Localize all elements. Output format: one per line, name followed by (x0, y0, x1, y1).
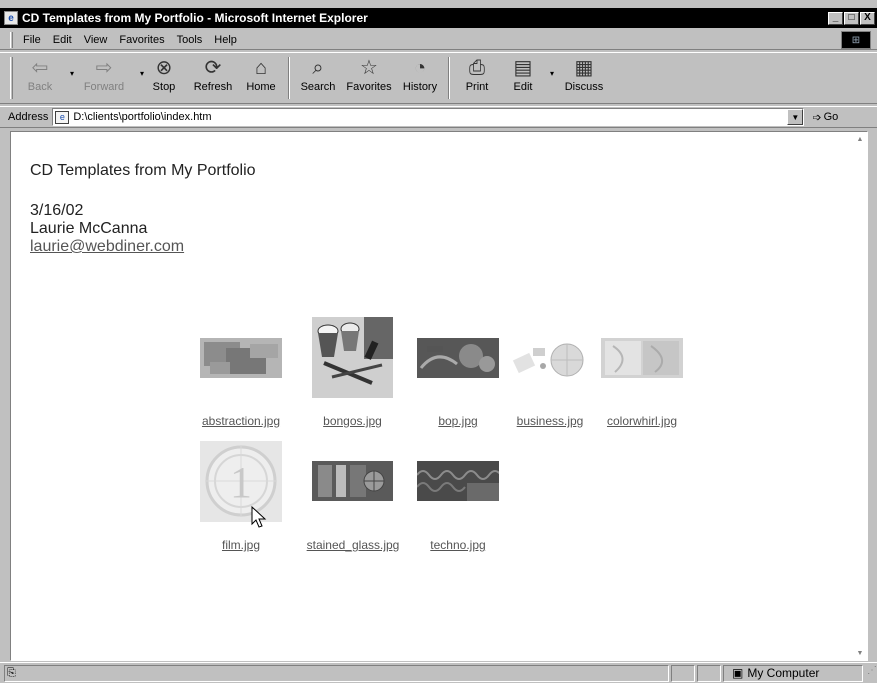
stained-glass-thumbnail[interactable] (312, 461, 393, 501)
status-zone-label: My Computer (747, 666, 820, 680)
search-button[interactable]: ⌕ Search (294, 53, 342, 103)
page-content: CD Templates from My Portfolio 3/16/02 L… (10, 131, 868, 661)
go-button[interactable]: ➩ Go (812, 111, 838, 124)
refresh-button[interactable]: ⟳ Refresh (188, 53, 238, 103)
menu-file[interactable]: File (17, 34, 47, 46)
film-digit: 1 (230, 458, 252, 507)
discuss-button[interactable]: ▦ Discuss (554, 53, 614, 103)
print-icon: ⎙ (469, 57, 485, 79)
status-page-icon: ⎘ (7, 666, 16, 679)
menu-edit[interactable]: Edit (47, 34, 78, 46)
stop-icon: ⊗ (155, 57, 173, 79)
thumbnail-link-abstraction[interactable]: abstraction.jpg (194, 414, 288, 428)
window-controls: _ □ X (828, 11, 875, 25)
refresh-label: Refresh (193, 81, 233, 93)
stop-label: Stop (152, 81, 176, 93)
refresh-icon: ⟳ (204, 57, 222, 79)
toolbar-grip[interactable] (10, 57, 13, 99)
scroll-up-icon[interactable]: ▲ (853, 132, 867, 146)
toolbar-separator (288, 57, 290, 99)
print-label: Print (465, 81, 489, 93)
back-label: Back (27, 81, 53, 93)
forward-label: Forward (83, 81, 125, 93)
scroll-down-icon[interactable]: ▼ (853, 646, 867, 660)
close-button[interactable]: X (860, 11, 875, 25)
edit-button[interactable]: ▤ Edit ▾ (500, 53, 554, 103)
history-icon: ◔ (413, 57, 427, 79)
back-arrow-icon: ⇦ (31, 57, 49, 79)
resize-grip-icon[interactable]: ⋰ (863, 665, 877, 682)
edit-label: Edit (513, 81, 533, 93)
status-pane-progress (671, 664, 695, 682)
menu-help[interactable]: Help (208, 34, 243, 46)
minimize-button[interactable]: _ (828, 11, 843, 25)
vertical-scrollbar[interactable]: ▲ ▼ (853, 132, 867, 660)
home-button[interactable]: ⌂ Home (238, 53, 284, 103)
page-author: Laurie McCanna (30, 220, 148, 237)
title-bar: e CD Templates from My Portfolio - Micro… (0, 8, 877, 28)
business-thumbnail[interactable] (509, 338, 591, 378)
discuss-icon: ▦ (574, 57, 594, 79)
ie-app-icon[interactable]: e (4, 11, 18, 25)
address-bar: Address e D:\clients\portfolio\index.htm… (0, 106, 877, 128)
page-date: 3/16/02 (30, 202, 84, 219)
address-label: Address (8, 111, 49, 123)
status-text: ⎘ (4, 664, 669, 682)
history-label: History (402, 81, 438, 93)
address-input[interactable]: e D:\clients\portfolio\index.htm ▼ (52, 108, 805, 126)
address-dropdown-icon[interactable]: ▼ (787, 109, 804, 125)
film-thumbnail[interactable]: 1 (200, 441, 282, 522)
search-label: Search (300, 81, 336, 93)
thumbnail-link-bongos[interactable]: bongos.jpg (307, 414, 398, 428)
techno-thumbnail[interactable] (417, 461, 499, 501)
mouse-cursor-icon (251, 506, 267, 528)
thumbnail-link-film[interactable]: film.jpg (200, 538, 282, 552)
search-icon: ⌕ (312, 57, 324, 79)
bongos-thumbnail[interactable] (312, 317, 393, 398)
status-zone: ▣ My Computer (723, 664, 863, 682)
back-button[interactable]: ⇦ Back ▾ (14, 53, 74, 103)
thumbnail-link-colorwhirl[interactable]: colorwhirl.jpg (599, 414, 685, 428)
maximize-button[interactable]: □ (844, 11, 859, 25)
stop-button[interactable]: ⊗ Stop (140, 53, 188, 103)
go-label: Go (823, 111, 839, 123)
menu-bar: File Edit View Favorites Tools Help ⊞ (0, 30, 877, 50)
ie-throbber-icon: ⊞ (841, 31, 871, 49)
favorites-icon: ☆ (360, 57, 378, 79)
print-button[interactable]: ⎙ Print (454, 53, 500, 103)
menu-view[interactable]: View (78, 34, 114, 46)
bop-thumbnail[interactable] (417, 338, 499, 378)
status-bar: ⎘ ▣ My Computer ⋰ (0, 662, 877, 683)
status-pane-secure (697, 664, 721, 682)
thumbnail-link-bop[interactable]: bop.jpg (417, 414, 499, 428)
page-title: CD Templates from My Portfolio (30, 162, 256, 179)
favorites-label: Favorites (346, 81, 392, 93)
thumbnail-link-techno[interactable]: techno.jpg (417, 538, 499, 552)
page-icon: e (55, 110, 70, 124)
address-value: D:\clients\portfolio\index.htm (73, 111, 212, 123)
menu-tools[interactable]: Tools (171, 34, 209, 46)
home-icon: ⌂ (254, 57, 268, 79)
edit-icon: ▤ (513, 57, 533, 79)
window-title: CD Templates from My Portfolio - Microso… (22, 11, 368, 25)
favorites-button[interactable]: ☆ Favorites (342, 53, 396, 103)
thumbnail-link-stained-glass[interactable]: stained_glass.jpg (296, 538, 410, 552)
forward-button[interactable]: ⇨ Forward ▾ (72, 53, 144, 103)
email-link[interactable]: laurie@webdiner.com (30, 238, 184, 256)
toolbar-separator (448, 57, 450, 99)
go-arrow-icon: ➩ (812, 111, 822, 124)
thumbnail-link-business[interactable]: business.jpg (508, 414, 592, 428)
standard-toolbar: ⇦ Back ▾ ⇨ Forward ▾ ⊗ Stop ⟳ Refresh ⌂ … (0, 52, 877, 104)
abstraction-thumbnail[interactable] (200, 338, 282, 378)
forward-arrow-icon: ⇨ (95, 57, 113, 79)
menu-favorites[interactable]: Favorites (113, 34, 170, 46)
history-button[interactable]: ◔ History (396, 53, 444, 103)
colorwhirl-thumbnail[interactable] (601, 338, 683, 378)
my-computer-icon: ▣ (732, 666, 744, 680)
menubar-grip[interactable] (10, 31, 13, 48)
home-label: Home (246, 81, 276, 93)
discuss-label: Discuss (564, 81, 604, 93)
